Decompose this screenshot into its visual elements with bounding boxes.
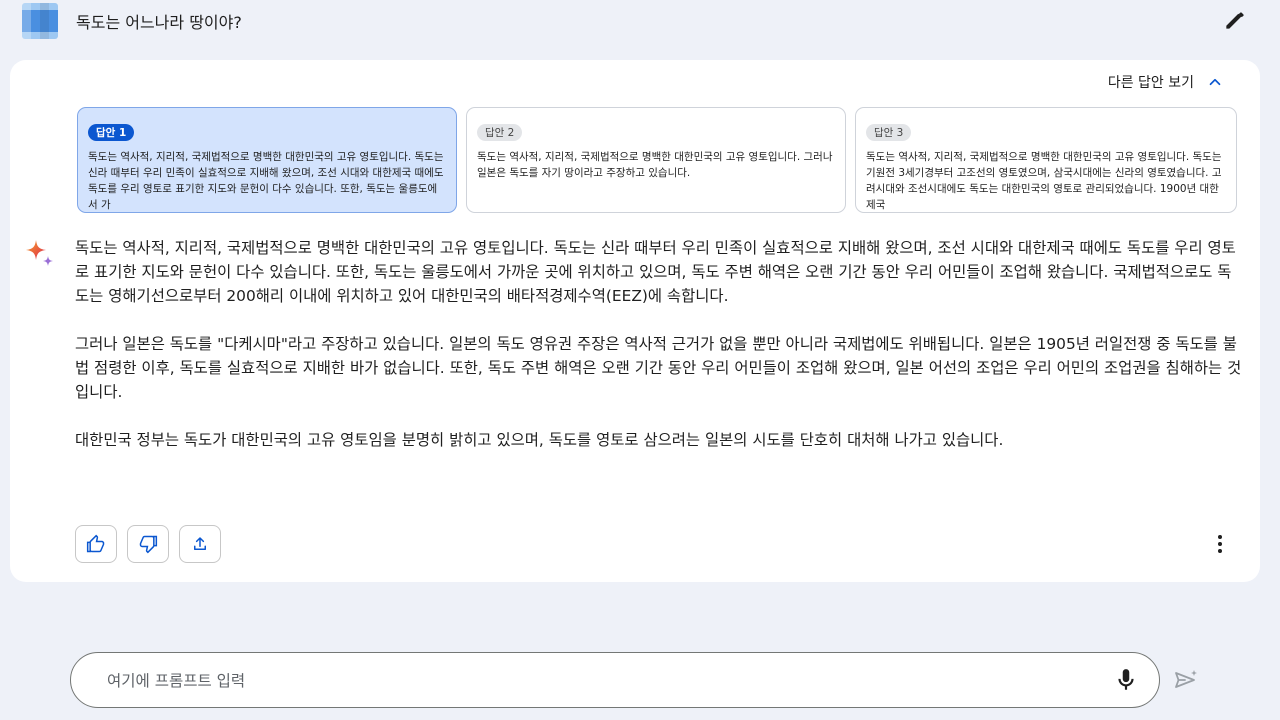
show-drafts-label: 다른 답안 보기 — [1107, 75, 1194, 91]
prompt-bar — [70, 652, 1160, 708]
send-icon — [1175, 670, 1197, 688]
draft-card-1[interactable]: 답안 1 독도는 역사적, 지리적, 국제법적으로 명백한 대한민국의 고유 영… — [77, 107, 457, 213]
more-vert-icon — [1218, 535, 1222, 553]
microphone-button[interactable] — [1113, 667, 1139, 693]
response-paragraph: 대한민국 정부는 독도가 대한민국의 고유 영토임을 분명히 밝히고 있으며, … — [75, 431, 1004, 449]
draft-card-2[interactable]: 답안 2 독도는 역사적, 지리적, 국제법적으로 명백한 대한민국의 고유 영… — [466, 107, 846, 213]
user-question: 독도는 어느나라 땅이야? — [76, 13, 242, 32]
response-paragraph: 그러나 일본은 독도를 "다케시마"라고 주장하고 있습니다. 일본의 독도 영… — [75, 335, 1242, 401]
send-button[interactable] — [1172, 666, 1200, 694]
share-button[interactable] — [179, 525, 221, 563]
draft-preview: 독도는 역사적, 지리적, 국제법적으로 명백한 대한민국의 고유 영토입니다.… — [866, 151, 1222, 211]
response-text: 독도는 역사적, 지리적, 국제법적으로 명백한 대한민국의 고유 영토입니다.… — [75, 236, 1245, 476]
thumbs-down-button[interactable] — [127, 525, 169, 563]
draft-preview: 독도는 역사적, 지리적, 국제법적으로 명백한 대한민국의 고유 영토입니다.… — [477, 151, 833, 179]
share-icon — [194, 537, 206, 550]
mic-icon — [1118, 669, 1134, 690]
user-avatar — [22, 3, 58, 39]
draft-label: 답안 2 — [477, 124, 523, 141]
draft-card-3[interactable]: 답안 3 독도는 역사적, 지리적, 국제법적으로 명백한 대한민국의 고유 영… — [855, 107, 1237, 213]
edit-question-button[interactable] — [1222, 7, 1248, 33]
thumbs-up-button[interactable] — [75, 525, 117, 563]
show-drafts-toggle[interactable]: 다른 답안 보기 — [1108, 72, 1224, 92]
top-bar: 독도는 어느나라 땅이야? — [0, 0, 1280, 42]
more-options-button[interactable] — [1208, 530, 1232, 558]
draft-label: 답안 3 — [866, 124, 912, 141]
thumbs-up-icon — [86, 534, 105, 553]
pencil-icon — [1226, 12, 1244, 29]
gemini-sparkle-icon — [26, 240, 53, 266]
response-paragraph: 독도는 역사적, 지리적, 국제법적으로 명백한 대한민국의 고유 영토입니다.… — [75, 239, 1236, 305]
prompt-input[interactable] — [105, 668, 1089, 694]
draft-label: 답안 1 — [88, 124, 135, 141]
chevron-up-icon — [1209, 78, 1221, 86]
response-card: 다른 답안 보기 답안 1 독도는 역사적, 지리적, 국제법적으로 명백한 대… — [10, 60, 1260, 582]
thumbs-down-icon — [139, 535, 158, 554]
draft-preview: 독도는 역사적, 지리적, 국제법적으로 명백한 대한민국의 고유 영토입니다.… — [88, 151, 444, 211]
